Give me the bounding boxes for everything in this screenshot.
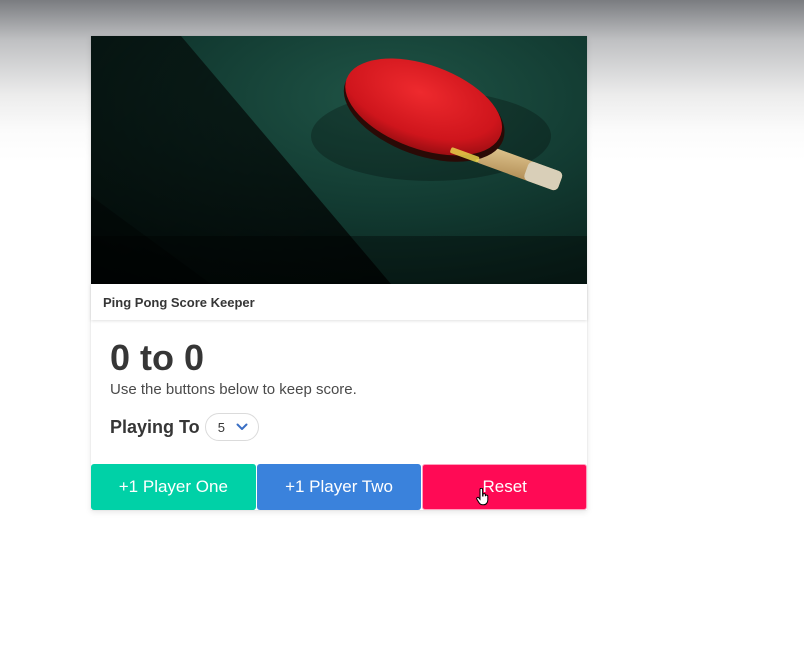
- playing-to-label: Playing To: [110, 416, 200, 437]
- playing-to-select[interactable]: 5: [204, 413, 259, 441]
- hand-cursor-icon: [476, 488, 489, 506]
- ping-pong-image: [91, 36, 587, 284]
- playing-to-row: Playing To 5: [110, 413, 568, 441]
- playing-to-value: 5: [217, 419, 225, 435]
- ping-pong-paddle-photo-icon: [91, 36, 587, 284]
- chevron-down-icon: [236, 423, 248, 430]
- score-keeper-card: Ping Pong Score Keeper 0 to 0 Use the bu…: [91, 36, 588, 510]
- card-header: Ping Pong Score Keeper: [91, 284, 587, 320]
- card-footer: +1 Player One +1 Player Two Reset: [91, 464, 588, 510]
- card-content: 0 to 0 Use the buttons below to keep sco…: [91, 320, 587, 464]
- instructions-text: Use the buttons below to keep score.: [110, 381, 357, 398]
- card-title: Ping Pong Score Keeper: [103, 294, 255, 310]
- player-one-button[interactable]: +1 Player One: [91, 464, 256, 510]
- score-display: 0 to 0: [110, 337, 205, 378]
- reset-button[interactable]: Reset: [422, 464, 588, 510]
- player-two-button[interactable]: +1 Player Two: [256, 464, 422, 510]
